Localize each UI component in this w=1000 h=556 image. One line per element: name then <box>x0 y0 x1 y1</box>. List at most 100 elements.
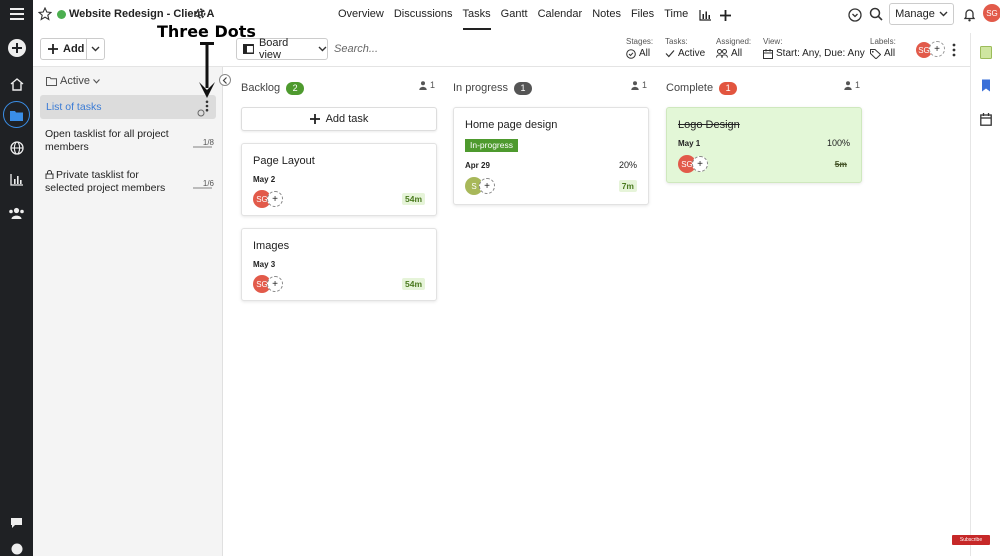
add-assignee-plus-icon[interactable]: + <box>479 178 495 194</box>
check-icon <box>665 50 675 58</box>
tasklist-filter-label: Active <box>60 75 90 87</box>
tasklist-filter-dropdown[interactable]: Active <box>46 75 100 87</box>
tab-files[interactable]: Files <box>631 0 654 30</box>
tasklist-title: Private tasklist for selected project me… <box>45 169 166 194</box>
assigned-filter-label: Assigned: <box>716 37 752 46</box>
tab-notes[interactable]: Notes <box>592 0 621 30</box>
task-time-badge: 7m <box>618 180 637 192</box>
drag-handle-icon[interactable] <box>197 109 205 117</box>
reports-chart-icon[interactable] <box>0 168 33 192</box>
stages-filter-label: Stages: <box>626 37 654 46</box>
lock-icon <box>45 170 54 179</box>
task-search-input[interactable] <box>334 41 484 57</box>
task-time-badge: 54m <box>401 193 425 205</box>
tab-time[interactable]: Time <box>664 0 688 30</box>
calendar-icon <box>763 48 773 59</box>
task-card-completed[interactable]: Logo Design May 1 100% SG + 5m <box>666 107 862 183</box>
tasklist-progress-bar <box>193 187 212 189</box>
calendar-icon[interactable] <box>980 113 992 126</box>
assigned-filter[interactable]: Assigned: All <box>716 37 751 59</box>
help-icon[interactable] <box>0 537 33 556</box>
bookmark-icon[interactable] <box>980 79 992 92</box>
board-view-label: Board view <box>258 37 289 61</box>
chevron-down-icon <box>318 46 327 52</box>
tasklist-title: List of tasks <box>46 101 102 113</box>
task-time-badge: 54m <box>401 278 425 290</box>
three-dots-menu-icon[interactable] <box>205 100 209 112</box>
search-icon[interactable] <box>869 7 883 21</box>
stages-filter[interactable]: Stages: All <box>626 37 653 59</box>
tab-overview[interactable]: Overview <box>338 0 384 30</box>
add-button[interactable]: Add <box>40 38 105 60</box>
column-name: Backlog <box>241 82 281 94</box>
project-members[interactable]: SG + <box>915 41 949 59</box>
menu-icon[interactable] <box>0 2 33 26</box>
tasklist-progress: 1/6 <box>193 177 214 190</box>
more-options-icon[interactable] <box>950 42 958 58</box>
chat-icon[interactable] <box>0 511 33 535</box>
plus-icon <box>48 44 58 54</box>
board-view-icon <box>243 44 254 54</box>
people-icon[interactable] <box>0 201 33 225</box>
task-title: Images <box>253 240 290 252</box>
home-icon[interactable] <box>0 72 33 96</box>
tasklist-progress-bar <box>193 146 212 148</box>
add-task-button[interactable]: Add task <box>241 107 437 131</box>
plus-icon <box>309 114 320 124</box>
project-title[interactable]: Website Redesign - Client A <box>69 8 214 20</box>
add-assignee-plus-icon[interactable]: + <box>267 276 283 292</box>
task-title: Logo Design <box>678 119 740 131</box>
tasks-filter[interactable]: Tasks: Active <box>665 37 705 59</box>
project-nav-tabs: Overview Discussions Tasks Gantt Calenda… <box>338 0 738 30</box>
tasklist-item-open[interactable]: Open tasklist for all project members 1/… <box>40 128 216 154</box>
tasklist-item-private[interactable]: Private tasklist for selected project me… <box>40 169 216 195</box>
tab-reports-chart-icon[interactable] <box>698 8 712 22</box>
task-status-badge: In-progress <box>465 139 518 152</box>
project-settings-gear-icon[interactable] <box>194 7 207 20</box>
task-due-date: May 1 <box>678 139 701 148</box>
subscribe-button[interactable]: Subscribe <box>952 535 990 545</box>
task-title: Page Layout <box>253 155 315 167</box>
view-date-filter[interactable]: View: Start: Any, Due: Any <box>763 37 865 59</box>
person-icon <box>631 80 639 90</box>
task-card[interactable]: Page Layout May 2 SG + 54m <box>241 143 437 216</box>
person-icon <box>844 80 852 90</box>
favorite-star-icon[interactable] <box>38 7 52 21</box>
add-assignee-plus-icon[interactable]: + <box>267 191 283 207</box>
timer-clock-icon[interactable] <box>848 8 862 22</box>
collapse-panel-button[interactable] <box>219 74 231 86</box>
task-percent-complete: 100% <box>826 138 850 148</box>
tasks-filter-value: Active <box>678 48 706 59</box>
project-status-dot <box>57 10 66 19</box>
add-tab-plus-icon[interactable] <box>718 8 732 22</box>
create-plus-icon[interactable] <box>0 36 33 60</box>
notifications-bell-icon[interactable] <box>963 8 976 22</box>
column-header[interactable]: Backlog 2 1 <box>241 80 437 96</box>
notes-sticky-icon[interactable] <box>980 46 992 59</box>
tab-calendar[interactable]: Calendar <box>538 0 583 30</box>
add-member-plus-icon[interactable]: + <box>929 41 945 57</box>
user-avatar[interactable]: SG <box>983 4 1000 22</box>
column-members: 1 <box>419 80 435 90</box>
app-rail <box>0 0 33 556</box>
column-header[interactable]: Complete 1 1 <box>666 80 862 96</box>
board-view-dropdown[interactable]: Board view <box>236 37 328 61</box>
check-circle-icon <box>626 48 636 59</box>
task-card[interactable]: Images May 3 SG + 54m <box>241 228 437 301</box>
annotation-label: Three Dots <box>157 22 256 41</box>
chevron-down-icon <box>93 78 100 84</box>
tab-tasks[interactable]: Tasks <box>462 0 491 30</box>
column-header[interactable]: In progress 1 1 <box>453 80 649 96</box>
add-assignee-plus-icon[interactable]: + <box>692 156 708 172</box>
tab-gantt[interactable]: Gantt <box>501 0 528 30</box>
tab-discussions[interactable]: Discussions <box>394 0 453 30</box>
task-card[interactable]: Home page design In-progress Apr 29 20% … <box>453 107 649 205</box>
task-percent-complete: 20% <box>618 160 637 170</box>
add-dropdown-toggle[interactable] <box>87 46 104 52</box>
labels-filter[interactable]: Labels: All <box>870 37 896 59</box>
chevron-down-icon <box>91 46 100 52</box>
projects-folder-icon[interactable] <box>0 103 33 127</box>
tasklist-item-list-of-tasks[interactable]: List of tasks <box>40 95 216 119</box>
manage-button[interactable]: Manage <box>889 3 954 25</box>
globe-icon[interactable] <box>0 136 33 160</box>
